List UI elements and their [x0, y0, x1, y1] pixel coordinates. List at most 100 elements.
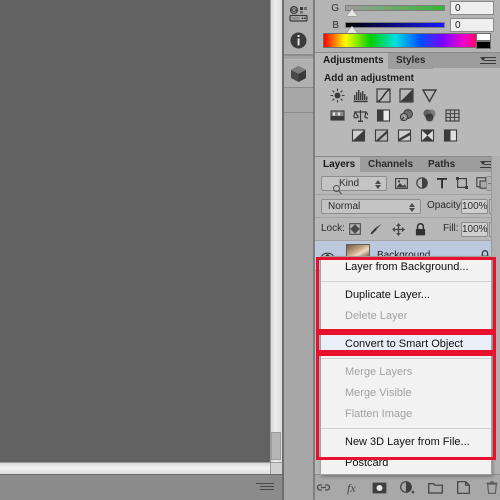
photo-filter-icon[interactable] [398, 107, 415, 124]
photoshop-window: G 0 B 0 Adjustments Styles Add an adjust… [0, 0, 500, 500]
slider-track-b[interactable] [345, 22, 445, 28]
add-layer-style-icon[interactable]: fx [344, 480, 359, 495]
fill-value[interactable]: 100% [461, 222, 488, 237]
color-slider-b[interactable]: B 0 [315, 17, 500, 33]
vibrance-icon[interactable] [421, 87, 438, 104]
new-layer-icon[interactable] [456, 480, 471, 495]
adjustments-panel: Adjustments Styles Add an adjustment [315, 52, 500, 156]
menu-item-layer-from-background[interactable]: Layer from Background... [321, 257, 491, 278]
new-fill-adjustment-icon[interactable] [400, 480, 415, 495]
fill-label: Fill: [443, 223, 459, 234]
type-layer-filter-icon[interactable] [435, 176, 448, 190]
opacity-value[interactable]: 100% [461, 199, 488, 214]
search-icon [333, 185, 340, 192]
color-lookup-icon[interactable] [444, 107, 461, 124]
channel-mixer-icon[interactable] [421, 107, 438, 124]
blend-mode-select[interactable]: Normal [321, 199, 421, 214]
adjustment-layer-filter-icon[interactable] [415, 176, 428, 190]
menu-separator [321, 428, 491, 429]
opacity-label: Opacity: [427, 200, 464, 211]
menu-item-convert-to-smart-object[interactable]: Convert to Smart Object [321, 334, 491, 355]
lock-position-icon[interactable] [392, 222, 405, 236]
svg-text:fx: fx [347, 481, 356, 495]
new-group-icon[interactable] [428, 480, 443, 495]
link-layers-icon[interactable] [316, 480, 331, 495]
swatch-black[interactable] [476, 41, 491, 49]
chevron-updown-icon[interactable] [375, 180, 382, 189]
black-white-icon[interactable] [375, 107, 392, 124]
layer-filter-kind-select[interactable]: Kind [321, 176, 387, 192]
scrollbar-corner [270, 462, 282, 474]
gradient-map-icon[interactable] [419, 127, 436, 144]
levels-icon[interactable] [352, 87, 369, 104]
shape-layer-filter-icon[interactable] [455, 176, 468, 190]
lock-all-icon[interactable] [414, 222, 427, 236]
panel-menu-icon[interactable] [256, 483, 274, 493]
sidebar-item-mini-bridge[interactable] [284, 0, 313, 27]
tab-channels[interactable]: Channels [360, 157, 422, 173]
layers-list-scrollbar[interactable] [491, 156, 500, 474]
slider-value-g[interactable]: 0 [450, 1, 494, 15]
menu-separator [321, 281, 491, 282]
lock-icon-group [348, 222, 427, 236]
layers-panel-toolbar: fx [315, 474, 500, 500]
pixel-layer-filter-icon[interactable] [395, 176, 408, 190]
menu-item-merge-layers: Merge Layers [345, 366, 413, 378]
icon-dock [284, 0, 314, 500]
selective-color-icon[interactable] [442, 127, 459, 144]
lock-image-pixels-icon[interactable] [370, 222, 383, 236]
menu-separator [321, 330, 491, 331]
tab-layers[interactable]: Layers [315, 157, 364, 173]
hue-saturation-icon[interactable] [329, 107, 346, 124]
adjustments-panel-menu-icon[interactable] [480, 57, 496, 66]
curves-icon[interactable] [375, 87, 392, 104]
delete-layer-icon[interactable] [484, 480, 499, 495]
canvas-vertical-scrollbar[interactable] [270, 0, 282, 462]
tab-styles[interactable]: Styles [388, 53, 434, 69]
layer-context-menu: Layer from Background... Duplicate Layer… [320, 256, 492, 475]
adjustments-row-1 [329, 87, 500, 104]
invert-icon[interactable] [350, 127, 367, 144]
adjustments-title: Add an adjustment [324, 73, 415, 84]
sidebar-item-info[interactable] [284, 27, 313, 54]
menu-separator [321, 358, 491, 359]
lock-transparent-pixels-icon[interactable] [348, 222, 361, 236]
menu-item-duplicate-layer[interactable]: Duplicate Layer... [321, 285, 491, 306]
slider-knob-g[interactable] [347, 9, 357, 16]
canvas-horizontal-scrollbar[interactable] [0, 462, 270, 474]
slider-track-wrap-g[interactable] [345, 5, 445, 16]
add-layer-mask-icon[interactable] [372, 480, 387, 495]
menu-item-merge-visible: Merge Visible [345, 387, 412, 399]
tab-paths[interactable]: Paths [420, 157, 464, 173]
slider-knob-b[interactable] [347, 26, 357, 33]
canvas-vertical-scroll-thumb[interactable] [271, 432, 281, 460]
posterize-icon[interactable] [373, 127, 390, 144]
menu-item-postcard[interactable]: Postcard [321, 453, 491, 474]
color-spectrum-ramp[interactable] [323, 33, 491, 48]
slider-track-g[interactable] [345, 5, 445, 11]
layer-filter-type-icons [395, 176, 488, 190]
layer-filter-kind-label: Kind [339, 178, 360, 189]
menu-item-new-3d-layer-from-file[interactable]: New 3D Layer from File... [321, 432, 491, 453]
color-balance-icon[interactable] [352, 107, 369, 124]
exposure-icon[interactable] [398, 87, 415, 104]
sidebar-item-3d[interactable] [284, 60, 313, 87]
swatch-white[interactable] [476, 33, 491, 41]
layers-tabstrip: Layers Channels Paths [315, 156, 500, 173]
chevron-updown-icon[interactable] [409, 203, 416, 212]
color-panel: G 0 B 0 [315, 0, 500, 52]
dock-empty-area [284, 112, 313, 500]
slider-label-b: B [332, 19, 339, 31]
threshold-icon[interactable] [396, 127, 413, 144]
tab-adjustments[interactable]: Adjustments [315, 53, 392, 69]
adjustments-icon-grid [315, 87, 500, 144]
slider-track-wrap-b[interactable] [345, 22, 445, 33]
brightness-contrast-icon[interactable] [329, 87, 346, 104]
color-slider-g[interactable]: G 0 [315, 0, 500, 16]
document-canvas[interactable] [0, 0, 270, 462]
3d-icon [291, 65, 306, 82]
mini-bridge-icon [289, 5, 308, 22]
adjustments-row-2 [329, 107, 500, 124]
slider-value-b[interactable]: 0 [450, 18, 494, 32]
adjustments-row-3 [350, 127, 500, 144]
